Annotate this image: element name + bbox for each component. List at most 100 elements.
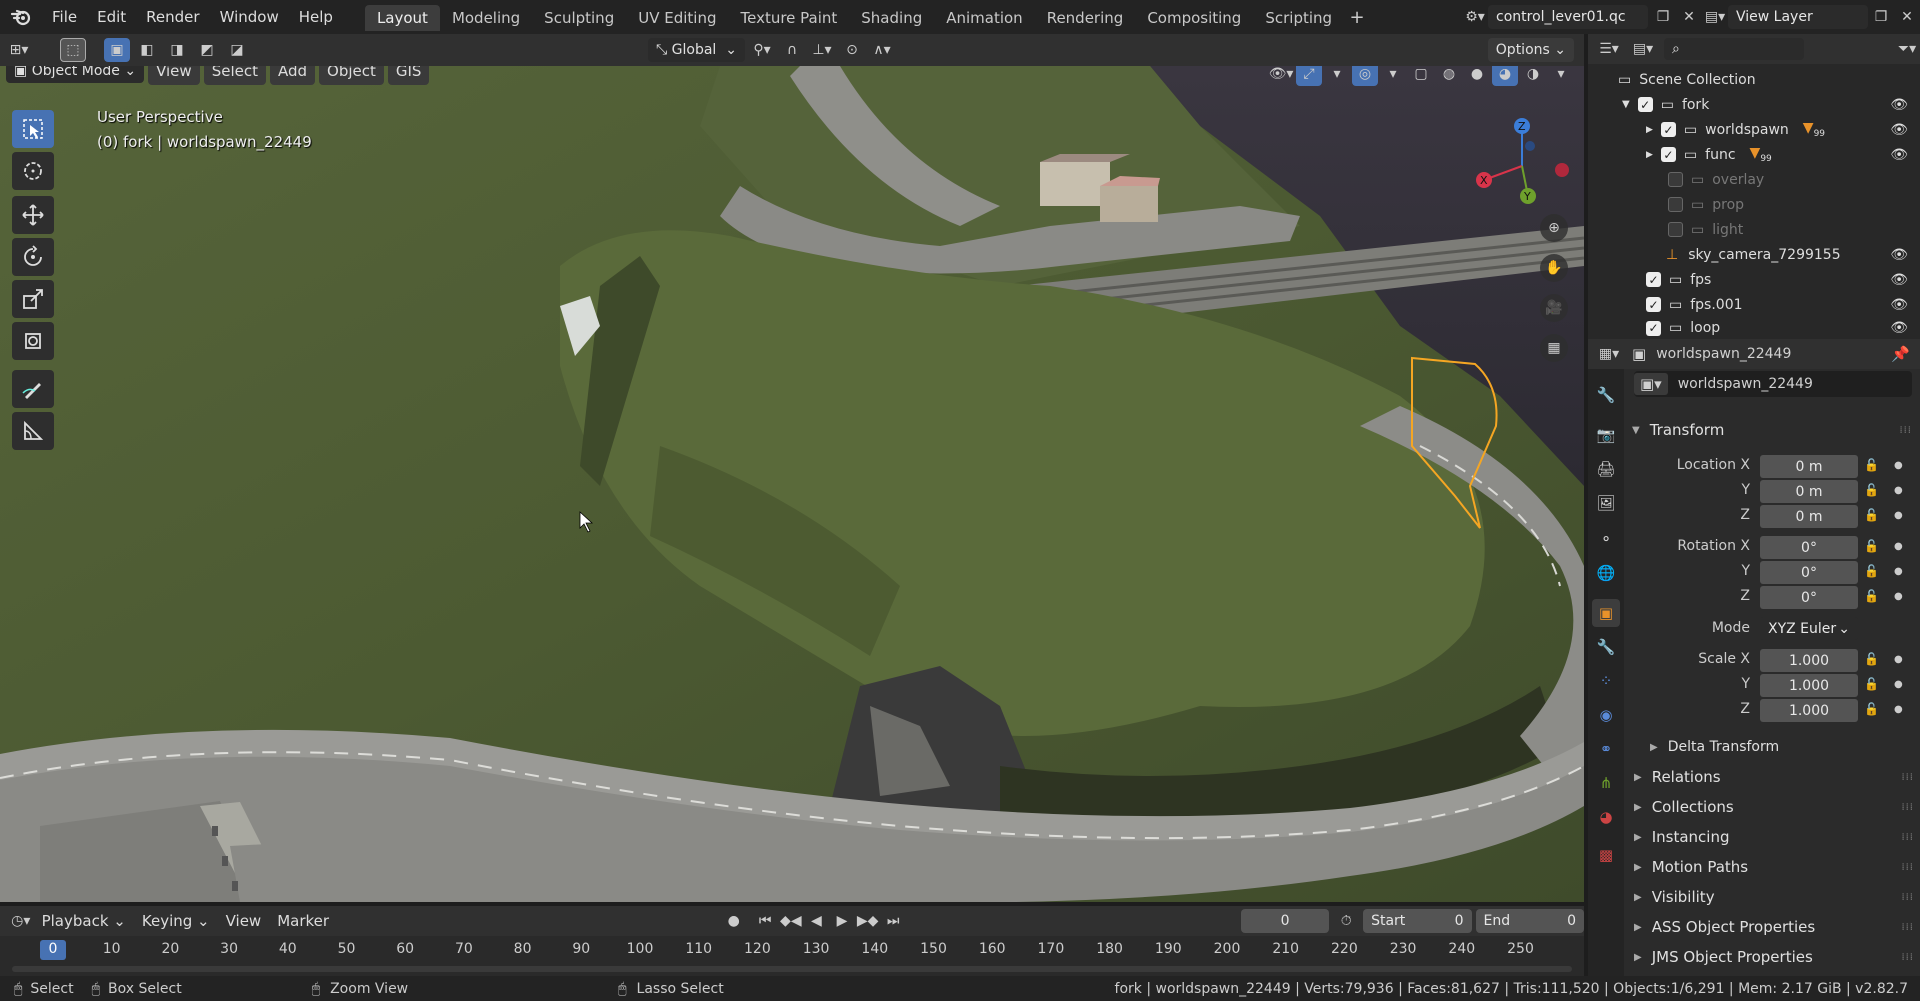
rotate-tool-icon[interactable] (12, 238, 54, 276)
record-icon[interactable]: ● (721, 909, 747, 933)
drag-handle-icon[interactable]: ⁞⁞⁞ (1901, 922, 1914, 933)
move-tool-icon[interactable] (12, 196, 54, 234)
tab-sculpting[interactable]: Sculpting (532, 5, 626, 31)
eye-icon[interactable]: 👁 (1890, 272, 1908, 288)
delta-transform-subpanel[interactable]: ▶ Delta Transform (1650, 733, 1920, 761)
properties-editor-icon[interactable]: ▦▾ (1596, 342, 1622, 366)
lock-icon[interactable]: 🔓 (1864, 589, 1879, 603)
menu-edit[interactable]: Edit (87, 0, 136, 34)
wireframe-shading-icon[interactable]: ◍ (1436, 66, 1462, 86)
instancing-panel-header[interactable]: ▶ Instancing ⁞⁞⁞ (1634, 823, 1914, 851)
drag-handle-icon[interactable]: ⁞⁞⁞ (1901, 832, 1914, 843)
keyframe-dot-icon[interactable]: ● (1894, 704, 1903, 715)
editor-type-icon[interactable]: ⊞▾ (6, 38, 32, 62)
outliner-row-sky-camera[interactable]: ⊥ sky_camera_7299155 👁 (1588, 242, 1920, 267)
relations-panel-header[interactable]: ▶ Relations ⁞⁞⁞ (1634, 763, 1914, 791)
timeline-scrollbar[interactable] (12, 966, 1572, 972)
checkbox-func[interactable]: ✓ (1660, 147, 1676, 162)
current-frame-field[interactable]: 0 (1240, 909, 1330, 933)
outliner-row-fps[interactable]: ✓ ▭ fps 👁 (1588, 267, 1920, 292)
expand-arrow-icon[interactable]: ▶ (1646, 125, 1653, 135)
eye-icon[interactable]: 👁 (1890, 247, 1908, 263)
snap-icon[interactable]: ∩ (779, 38, 805, 62)
keyframe-dot-icon[interactable]: ● (1894, 566, 1903, 577)
xray-icon[interactable]: ▢ (1408, 66, 1434, 86)
select-box-tool-icon[interactable] (12, 110, 54, 148)
visibility-panel-header[interactable]: ▶ Visibility ⁞⁞⁞ (1634, 883, 1914, 911)
tab-rendering[interactable]: Rendering (1035, 5, 1136, 31)
prev-keyframe-icon[interactable]: ◆◀ (778, 909, 804, 933)
checkbox-fps[interactable]: ✓ (1646, 272, 1661, 287)
perspective-toggle-icon[interactable]: ▦ (1540, 334, 1568, 362)
outliner-row-loop[interactable]: ✓ ▭ loop 👁 (1588, 317, 1920, 339)
expand-arrow-icon[interactable]: ▼ (1622, 99, 1630, 110)
drag-handle-icon[interactable]: ⁞⁞⁞ (1901, 862, 1914, 873)
lock-icon[interactable]: 🔓 (1864, 677, 1879, 691)
rotation-y-field[interactable]: 0° (1760, 561, 1858, 584)
object-name-field[interactable]: ▣▾ worldspawn_22449 (1634, 371, 1912, 397)
outliner-scene-collection[interactable]: ▭ Scene Collection (1588, 67, 1920, 92)
render-tab-icon[interactable]: 📷 (1592, 421, 1620, 449)
drag-handle-icon[interactable]: ⁞⁞⁞ (1901, 892, 1914, 903)
outliner-row-prop[interactable]: ▭ prop (1588, 192, 1920, 217)
lock-icon[interactable]: 🔓 (1864, 702, 1879, 716)
tab-modeling[interactable]: Modeling (440, 5, 532, 31)
keyframe-dot-icon[interactable]: ● (1894, 510, 1903, 521)
3d-viewport[interactable]: ▣ Object Mode ⌄ View Select Add Object G… (0, 66, 1584, 902)
material-shading-icon[interactable]: ◕ (1492, 66, 1518, 86)
gizmo-icon[interactable]: ⤢ (1296, 66, 1322, 86)
snap-target-icon[interactable]: ⊥▾ (809, 38, 835, 62)
eye-icon[interactable]: 👁 (1890, 97, 1908, 113)
location-x-field[interactable]: 0 m (1760, 455, 1858, 478)
lock-icon[interactable]: 🔓 (1864, 652, 1879, 666)
viewport-menu-select[interactable]: Select (203, 66, 266, 85)
scale-z-field[interactable]: 1.000 (1760, 699, 1858, 722)
checkbox-worldspawn[interactable]: ✓ (1660, 122, 1676, 137)
scene-selector-icon[interactable]: ⚙▾ (1462, 5, 1488, 29)
motion-paths-panel-header[interactable]: ▶ Motion Paths ⁞⁞⁞ (1634, 853, 1914, 881)
filter-icon[interactable]: ⏷▾ (1894, 37, 1920, 61)
constraints-tab-icon[interactable]: ⚭ (1592, 735, 1620, 763)
annotate-tool-icon[interactable] (12, 370, 54, 408)
eye-icon[interactable]: 👁 (1890, 122, 1908, 138)
outliner-search-input[interactable]: ⌕ (1664, 38, 1804, 60)
tab-scripting[interactable]: Scripting (1253, 5, 1344, 31)
timeline-ruler[interactable]: 0 10 20 30 40 50 60 70 80 90 100 110 120 130 140 150 160… (0, 936, 1584, 976)
jump-end-icon[interactable]: ⏭ (880, 909, 906, 933)
navigation-gizmo[interactable]: Z X Y (1470, 114, 1580, 214)
zoom-icon[interactable]: ⊕ (1540, 214, 1568, 242)
rotation-mode-dropdown[interactable]: XYZ Euler ⌄ (1760, 617, 1858, 640)
timeline-menu-view[interactable]: View (218, 907, 270, 935)
end-frame-field[interactable]: End 0 (1475, 909, 1585, 933)
falloff-icon[interactable]: ∧▾ (869, 38, 895, 62)
texture-tab-icon[interactable]: ▩ (1592, 841, 1620, 869)
scale-x-field[interactable]: 1.000 (1760, 649, 1858, 672)
expand-arrow-icon[interactable]: ▶ (1646, 150, 1653, 160)
eye-icon[interactable]: 👁 (1890, 320, 1908, 336)
blender-logo-icon[interactable] (0, 0, 42, 34)
data-tab-icon[interactable]: ⋔ (1592, 769, 1620, 797)
cursor-tool-icon[interactable] (12, 152, 54, 190)
mode-difference-icon[interactable]: ◩ (194, 38, 220, 62)
checkbox-overlay[interactable] (1668, 172, 1683, 187)
checkbox-fork[interactable]: ✓ (1637, 97, 1653, 112)
menu-help[interactable]: Help (289, 0, 343, 34)
keyframe-dot-icon[interactable]: ● (1894, 485, 1903, 496)
transform-panel-header[interactable]: ▼ Transform ⁞⁞⁞ (1632, 416, 1912, 444)
mode-new-icon[interactable]: ▣ (104, 38, 130, 62)
next-keyframe-icon[interactable]: ▶◆ (855, 909, 881, 933)
tab-compositing[interactable]: Compositing (1135, 5, 1253, 31)
lock-icon[interactable]: 🔓 (1864, 564, 1879, 578)
new-view-layer-icon[interactable]: ❐ (1868, 5, 1894, 29)
play-icon[interactable]: ▶ (829, 909, 855, 933)
ass-properties-panel-header[interactable]: ▶ ASS Object Properties ⁞⁞⁞ (1634, 913, 1914, 941)
timeline-editor-icon[interactable]: ◷▾ (8, 909, 34, 933)
shading-dropdown-icon[interactable]: ▾ (1548, 66, 1574, 86)
rendered-shading-icon[interactable]: ◑ (1520, 66, 1546, 86)
pivot-icon[interactable]: ⚲▾ (749, 38, 775, 62)
select-tool-icon[interactable]: ⬚ (60, 38, 86, 62)
eye-icon[interactable]: 👁 (1890, 147, 1908, 163)
scale-tool-icon[interactable] (12, 280, 54, 318)
outliner-row-fork[interactable]: ▼ ✓ ▭ fork 👁 (1588, 92, 1920, 117)
scale-y-field[interactable]: 1.000 (1760, 674, 1858, 697)
